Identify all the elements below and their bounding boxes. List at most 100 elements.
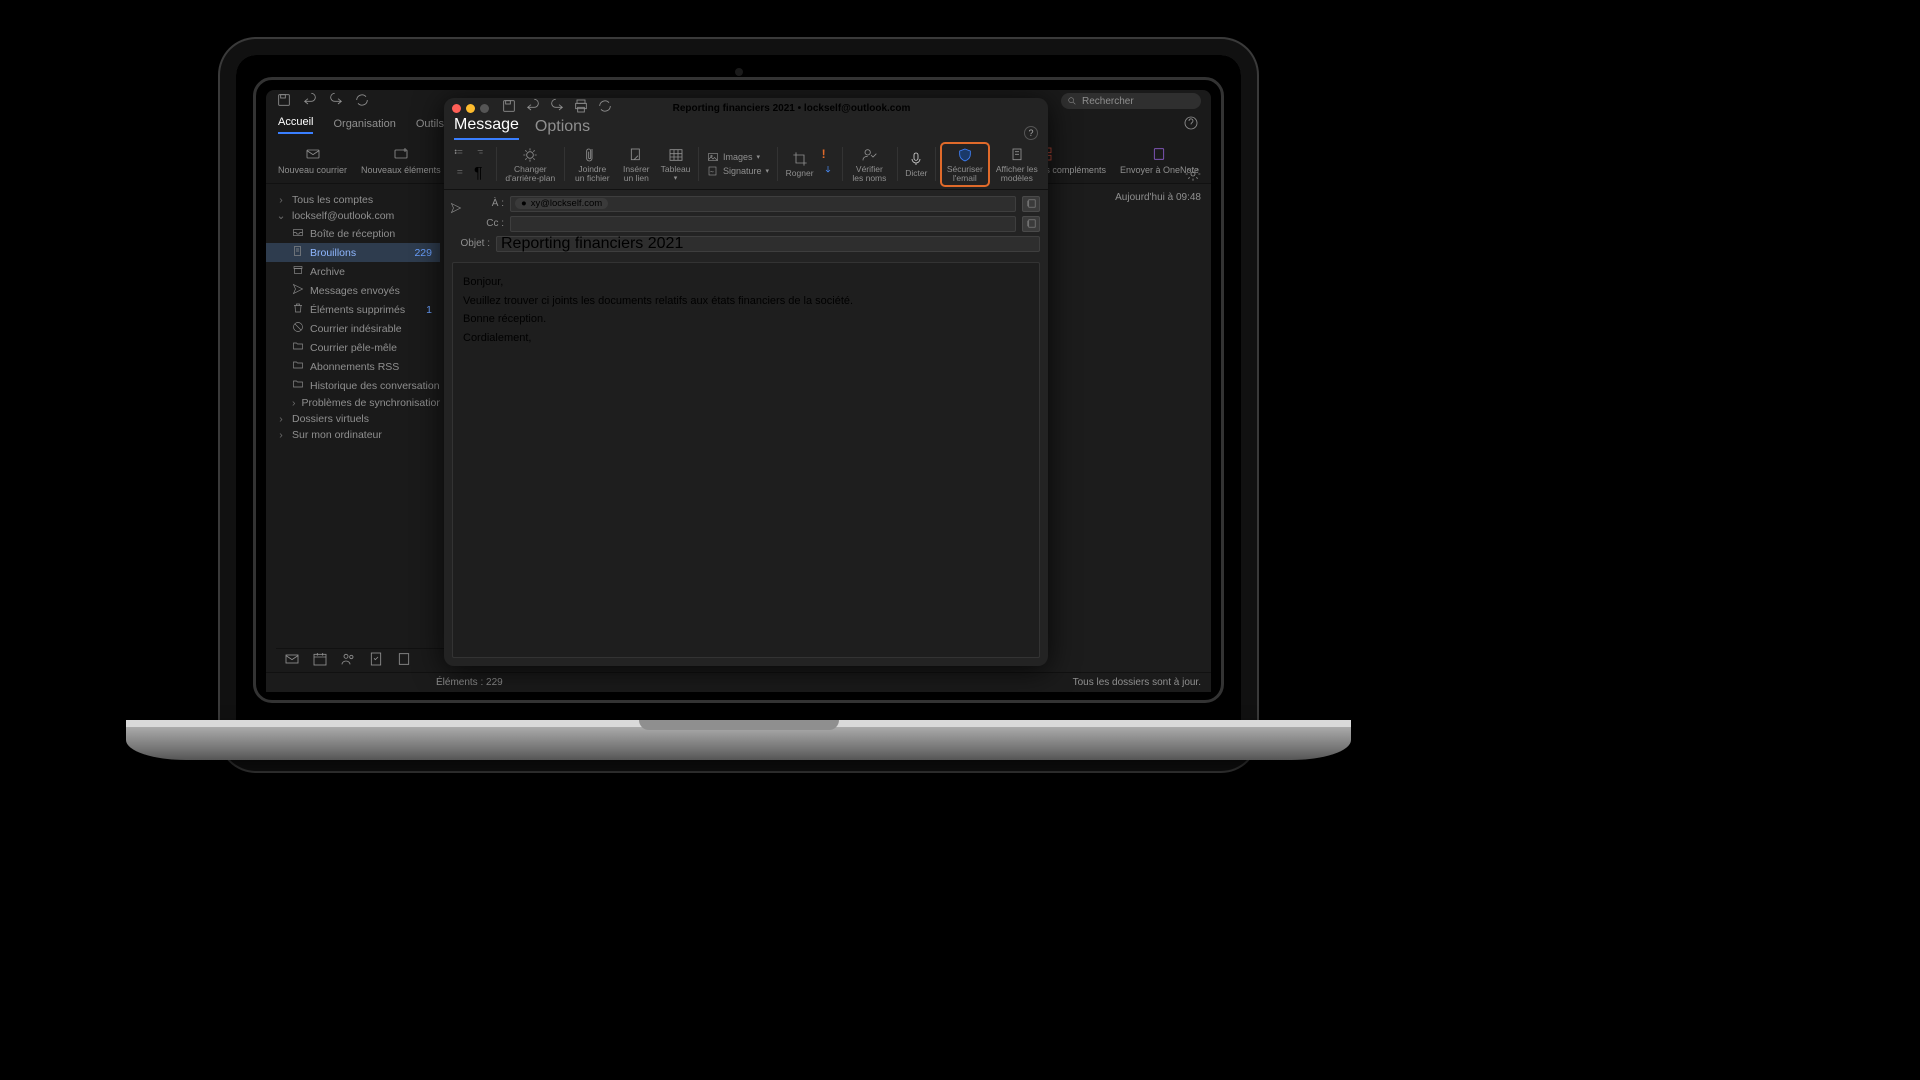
search-placeholder: Rechercher <box>1082 96 1134 107</box>
sidebar-item[interactable]: Messages envoyés <box>266 281 440 300</box>
traffic-lights <box>452 104 489 113</box>
body-line: Bonne réception. <box>463 310 1029 329</box>
sidebar-item[interactable]: Abonnements RSS <box>266 357 440 376</box>
sidebar-item-label: lockself@outlook.com <box>292 210 394 222</box>
sidebar-item[interactable]: Boîte de réception <box>266 224 440 243</box>
to-field[interactable]: ● xy@lockself.com <box>510 196 1016 212</box>
notes-icon[interactable] <box>396 651 412 670</box>
send-button[interactable] <box>450 196 462 225</box>
recipient-chip[interactable]: ● xy@lockself.com <box>515 198 608 209</box>
crop-button[interactable]: Rogner <box>784 149 816 179</box>
sidebar-item[interactable]: Éléments supprimés1 <box>266 300 440 319</box>
background-button[interactable]: Changer d'arrière-plan <box>503 145 558 184</box>
sidebar-item-label: Archive <box>310 266 345 278</box>
maximize-icon[interactable] <box>480 104 489 113</box>
redo-icon[interactable] <box>549 98 565 119</box>
inbox-icon <box>292 226 304 241</box>
sidebar-item[interactable]: Brouillons 229 <box>266 243 440 262</box>
sidebar-item[interactable]: Courrier pêle-mêle <box>266 338 440 357</box>
to-label: À : <box>466 198 504 209</box>
chevron-icon: › <box>276 194 286 206</box>
check-names-button[interactable]: Vérifier les noms <box>848 145 890 184</box>
sidebar-item-label: Messages envoyés <box>310 285 400 297</box>
compose-window: Reporting financiers 2021 • lockself@out… <box>444 98 1048 666</box>
tab-organisation[interactable]: Organisation <box>333 118 395 134</box>
search-input[interactable]: Rechercher <box>1061 93 1201 109</box>
sidebar-item[interactable]: › Tous les comptes <box>266 192 440 208</box>
sidebar-item[interactable]: ›Sur mon ordinateur <box>266 427 440 443</box>
subject-label: Objet : <box>452 238 490 249</box>
table-button[interactable]: Tableau▾ <box>659 145 693 183</box>
dictate-button[interactable]: Dicter <box>903 149 929 179</box>
sidebar-item[interactable]: Historique des conversations <box>266 376 440 395</box>
numbering-icon[interactable] <box>452 165 466 183</box>
bullets-icon[interactable] <box>452 145 466 163</box>
tab-outils[interactable]: Outils <box>416 118 444 134</box>
address-book-icon[interactable] <box>1022 216 1040 232</box>
sidebar-item[interactable]: Courrier indésirable <box>266 319 440 338</box>
save-icon[interactable] <box>276 92 292 111</box>
images-button[interactable]: Images▾ <box>707 151 760 163</box>
sidebar-item[interactable]: › Dossiers virtuels <box>266 411 440 427</box>
subject-field[interactable]: Reporting financiers 2021 <box>496 236 1040 252</box>
sidebar-item-label: Brouillons <box>310 247 356 259</box>
chevron-icon: › <box>276 413 286 425</box>
status-left: Éléments : 229 <box>436 677 503 688</box>
sync-icon[interactable] <box>597 98 613 119</box>
compose-ribbon: ¶ Changer d'arrière-plan Joindre un fich… <box>444 140 1048 190</box>
new-mail-button[interactable]: Nouveau courrier <box>274 143 351 177</box>
search-icon <box>1067 96 1077 106</box>
sync-icon[interactable] <box>354 92 370 111</box>
compose-body[interactable]: Bonjour, Veuillez trouver ci joints les … <box>452 262 1040 658</box>
help-icon[interactable] <box>1183 115 1199 134</box>
low-importance-icon[interactable] <box>822 163 834 181</box>
show-templates-button[interactable]: Afficher les modèles <box>992 145 1042 184</box>
sidebar-item[interactable]: ›Problèmes de synchronisation <box>266 395 440 411</box>
mail-icon[interactable] <box>284 651 300 670</box>
address-book-icon[interactable] <box>1022 196 1040 212</box>
undo-icon[interactable] <box>302 92 318 111</box>
tab-accueil[interactable]: Accueil <box>278 116 313 134</box>
screen: Rechercher Accueil Organisation Outils N… <box>256 80 1221 700</box>
signature-button[interactable]: Signature▾ <box>707 165 769 177</box>
draft-icon <box>292 245 304 260</box>
gear-icon[interactable] <box>1185 166 1201 185</box>
minimize-icon[interactable] <box>466 104 475 113</box>
undo-icon[interactable] <box>525 98 541 119</box>
priority-stack: ! <box>820 147 836 181</box>
sidebar-item[interactable]: Archive <box>266 262 440 281</box>
tab-options[interactable]: Options <box>535 118 590 140</box>
laptop-notch <box>639 720 839 730</box>
message-date: Aujourd'hui à 09:48 <box>1115 192 1201 203</box>
compose-titlebar: Reporting financiers 2021 • lockself@out… <box>444 98 1048 118</box>
cc-field[interactable] <box>510 216 1016 232</box>
sidebar-item-label: Problèmes de synchronisation <box>302 397 441 409</box>
secure-email-button[interactable]: Sécuriser l'email <box>942 144 988 185</box>
sidebar-item-label: Courrier pêle-mêle <box>310 342 397 354</box>
redo-icon[interactable] <box>328 92 344 111</box>
archive-icon <box>292 264 304 279</box>
pilcrow-icon[interactable]: ¶ <box>474 165 483 183</box>
compose-title: Reporting financiers 2021 • lockself@out… <box>619 103 964 114</box>
folder-icon <box>292 359 304 374</box>
high-importance-icon[interactable]: ! <box>822 147 826 161</box>
folder-sidebar: › Tous les comptes ⌄lockself@outlook.comBo… <box>266 184 440 672</box>
sidebar-item-label: Abonnements RSS <box>310 361 399 373</box>
new-items-button[interactable]: Nouveaux éléments <box>357 143 445 177</box>
folder-icon <box>292 340 304 355</box>
close-icon[interactable] <box>452 104 461 113</box>
outdent-icon[interactable] <box>474 145 488 163</box>
help-icon[interactable]: ? <box>1024 126 1038 140</box>
body-line: Veuillez trouver ci joints les documents… <box>463 292 1029 311</box>
sidebar-item-label: Dossiers virtuels <box>292 413 369 425</box>
sidebar-item-label: Tous les comptes <box>292 194 373 206</box>
tasks-icon[interactable] <box>368 651 384 670</box>
calendar-icon[interactable] <box>312 651 328 670</box>
sidebar-item-count: 229 <box>414 247 432 259</box>
sidebar-item[interactable]: ⌄lockself@outlook.com <box>266 208 440 224</box>
tab-message[interactable]: Message <box>454 116 519 140</box>
insert-link-button[interactable]: Insérer un lien <box>618 145 655 184</box>
people-icon[interactable] <box>340 651 356 670</box>
print-icon[interactable] <box>573 98 589 119</box>
attach-file-button[interactable]: Joindre un fichier <box>571 145 614 184</box>
